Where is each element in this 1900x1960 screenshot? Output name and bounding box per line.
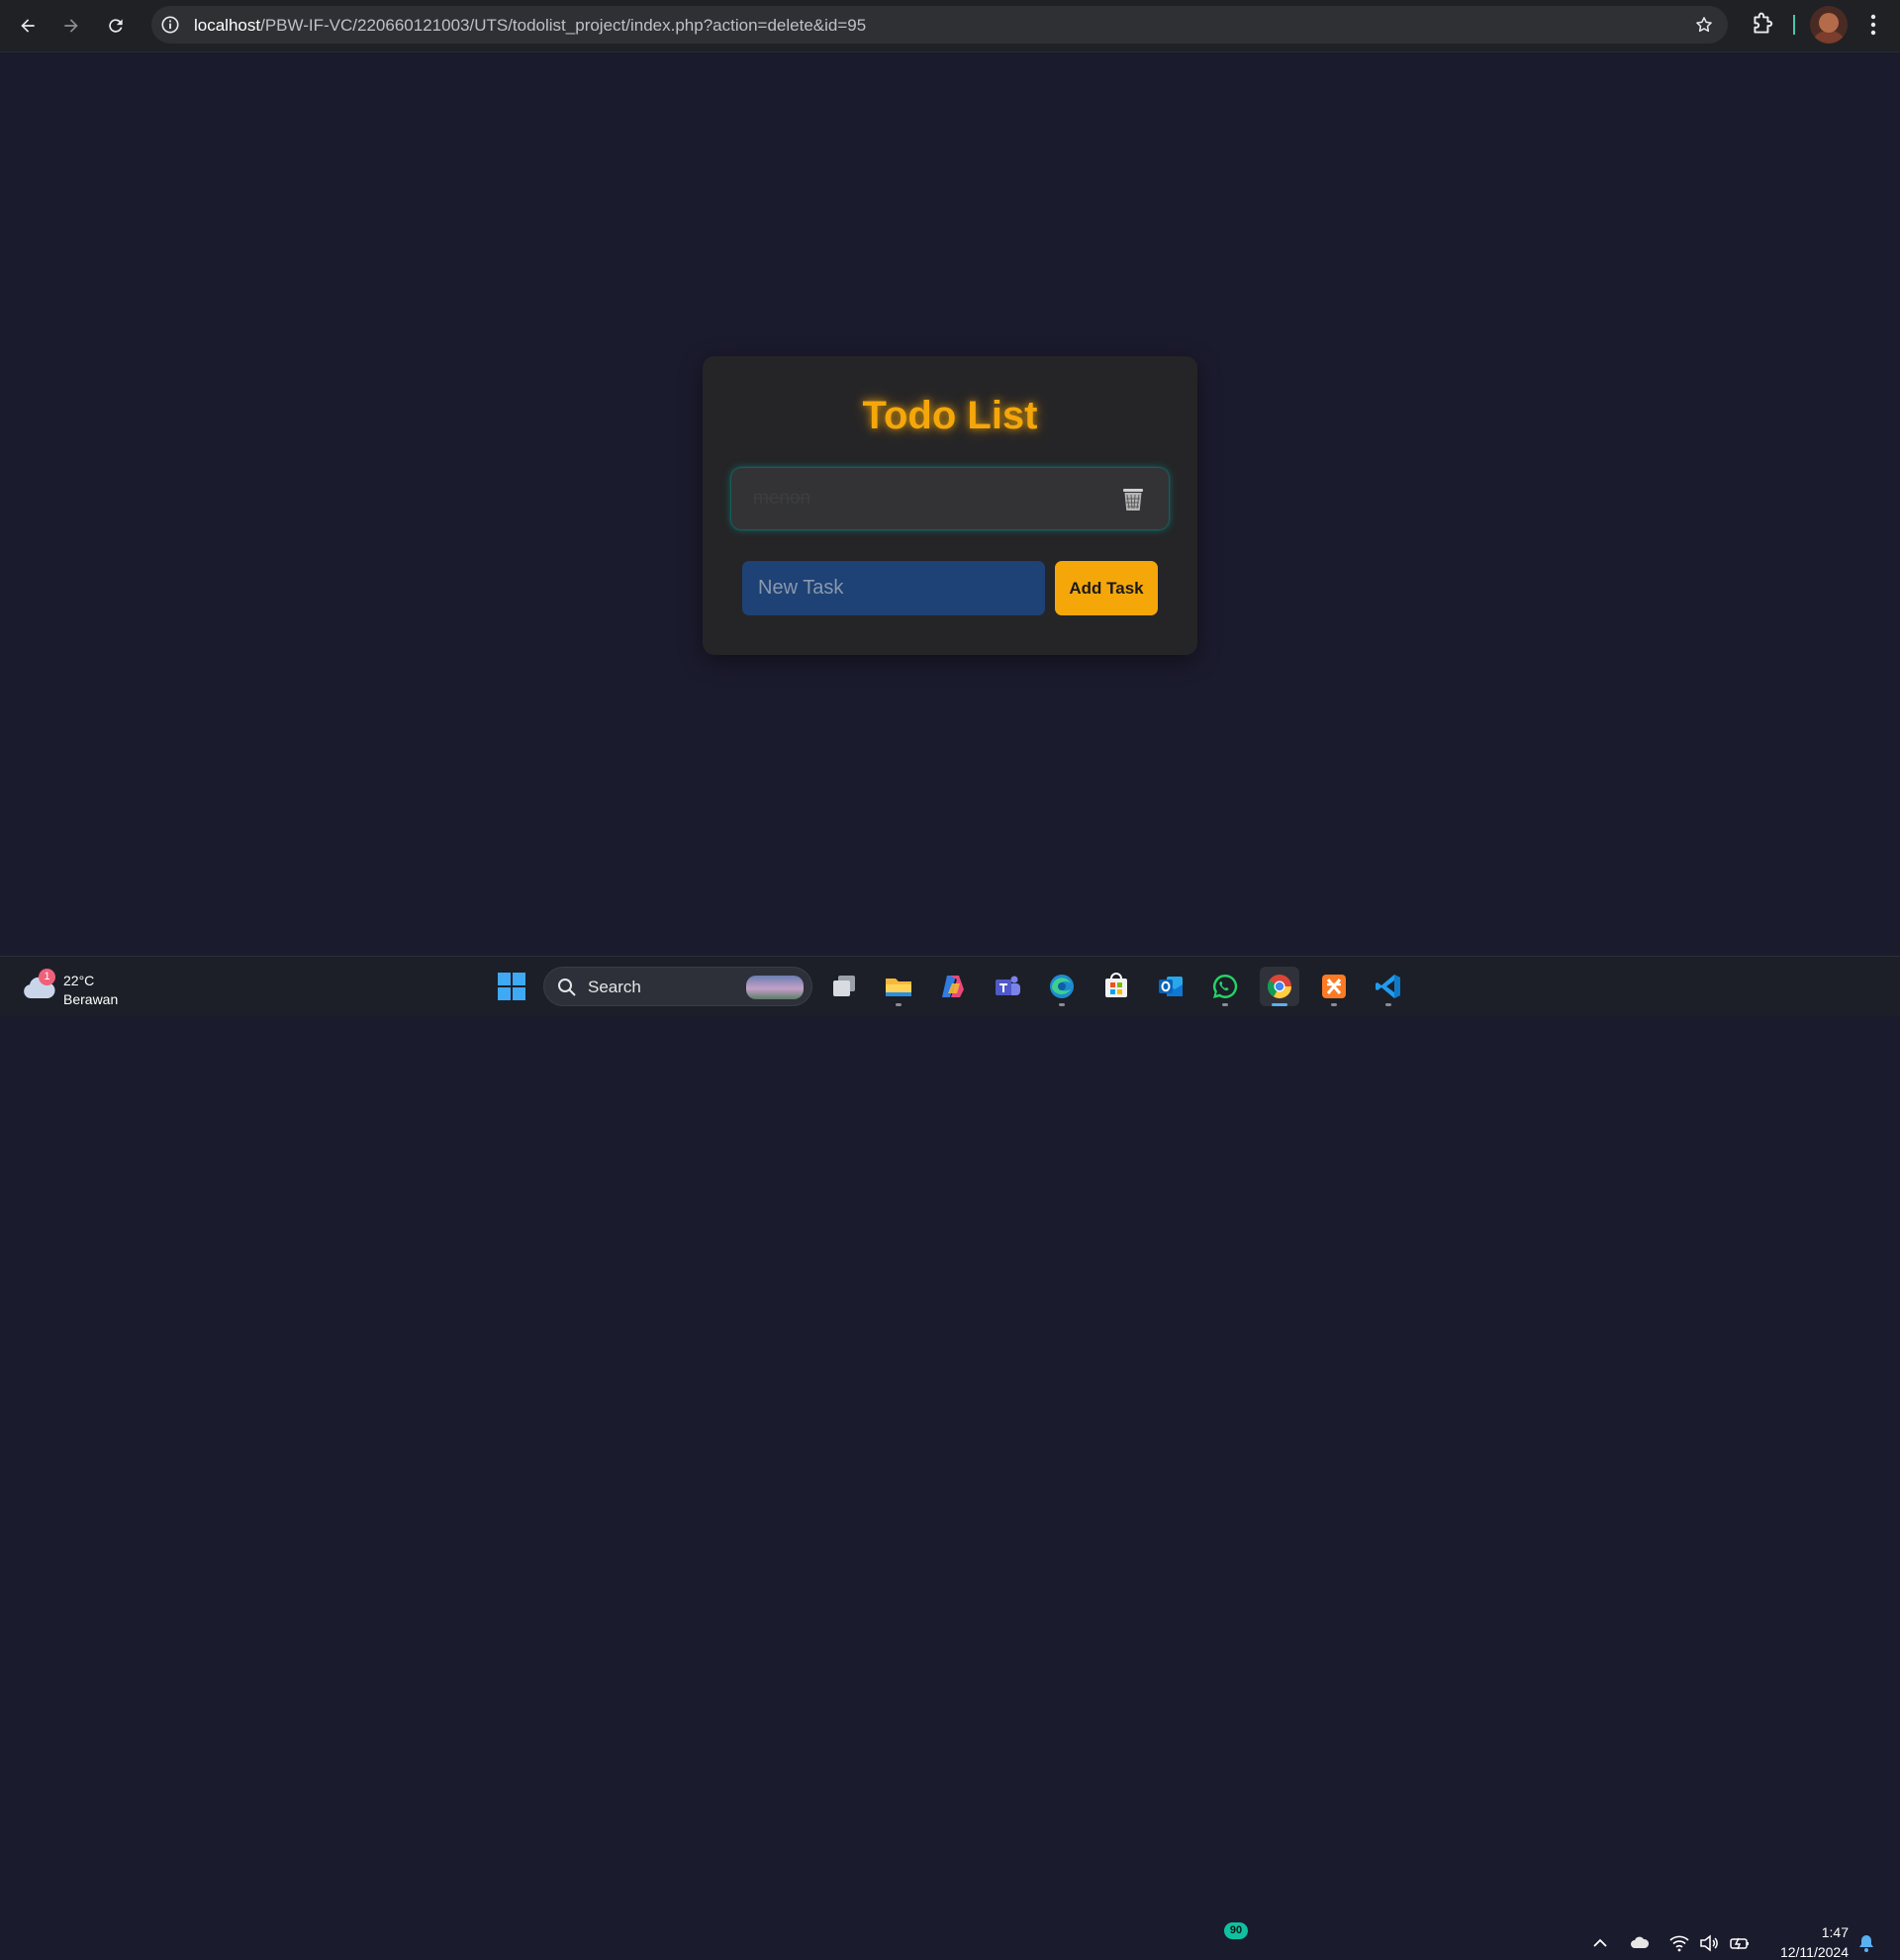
todo-card: Todo List menon Add Task (703, 356, 1197, 655)
profile-avatar[interactable] (1810, 6, 1848, 44)
whatsapp-icon[interactable] (1205, 967, 1245, 1006)
toolbar-divider (1793, 15, 1795, 35)
site-info-icon[interactable] (159, 14, 181, 36)
weather-badge: 1 (39, 969, 55, 985)
clock-time[interactable]: 1:47 (1819, 1924, 1849, 1940)
copilot-icon[interactable] (933, 967, 973, 1006)
weather-temp: 22°C (63, 973, 95, 988)
edge-running-indicator (1059, 1003, 1065, 1006)
browser-toolbar: localhost/PBW-IF-VC/220660121003/UTS/tod… (0, 0, 1900, 52)
chrome-active-indicator (1272, 1003, 1287, 1006)
search-icon (558, 979, 576, 996)
battery-icon[interactable] (1730, 1933, 1750, 1953)
task-view-icon[interactable] (824, 967, 864, 1006)
vscode-running-indicator (1385, 1003, 1391, 1006)
whatsapp-badge: 90 (1224, 1922, 1248, 1939)
wifi-icon[interactable] (1669, 1933, 1689, 1953)
task-item[interactable]: menon (731, 468, 1169, 529)
url-host: localhost (194, 16, 261, 35)
outlook-icon[interactable] (1151, 967, 1190, 1006)
forward-icon[interactable] (57, 12, 85, 40)
back-icon[interactable] (14, 12, 42, 40)
menu-dots-icon[interactable] (1861, 12, 1885, 38)
add-task-button[interactable]: Add Task (1055, 561, 1158, 615)
new-task-input[interactable] (742, 561, 1045, 615)
volume-icon[interactable] (1699, 1933, 1719, 1953)
whatsapp-running-indicator (1222, 1003, 1228, 1006)
taskbar: 1 22°C Berawan Search 90 1:47 12/11/2024 (0, 956, 1900, 1960)
edge-icon[interactable] (1042, 967, 1082, 1006)
url-text[interactable]: localhost/PBW-IF-VC/220660121003/UTS/tod… (194, 16, 866, 36)
reload-icon[interactable] (102, 12, 130, 40)
file-explorer-running-indicator (896, 1003, 902, 1006)
weather-condition: Berawan (63, 991, 119, 1007)
vscode-icon[interactable] (1369, 967, 1408, 1006)
extensions-icon[interactable] (1750, 12, 1775, 38)
search-label: Search (588, 978, 641, 996)
taskbar-search[interactable]: Search (543, 967, 812, 1006)
address-bar[interactable]: localhost/PBW-IF-VC/220660121003/UTS/tod… (151, 6, 1728, 44)
bookmark-star-icon[interactable] (1694, 15, 1714, 35)
xampp-running-indicator (1331, 1003, 1337, 1006)
task-text: menon (753, 488, 811, 509)
page-title: Todo List (862, 394, 1038, 437)
microsoft-store-icon[interactable] (1096, 967, 1136, 1006)
clock-date[interactable]: 12/11/2024 (1768, 1944, 1849, 1960)
file-explorer-icon[interactable] (879, 967, 918, 1006)
xampp-icon[interactable] (1314, 967, 1354, 1006)
tray-overflow-chevron-icon[interactable] (1590, 1933, 1610, 1953)
search-highlight-image (746, 976, 804, 999)
teams-icon[interactable] (988, 967, 1027, 1006)
notification-bell-icon[interactable] (1857, 1933, 1875, 1953)
url-path: /PBW-IF-VC/220660121003/UTS/todolist_pro… (260, 16, 867, 35)
weather-widget[interactable]: 1 22°C Berawan (22, 969, 160, 1008)
chrome-icon[interactable] (1260, 967, 1299, 1006)
onedrive-icon[interactable] (1630, 1933, 1650, 1953)
trash-icon[interactable] (1121, 487, 1145, 513)
windows-start-icon[interactable] (498, 973, 525, 1000)
